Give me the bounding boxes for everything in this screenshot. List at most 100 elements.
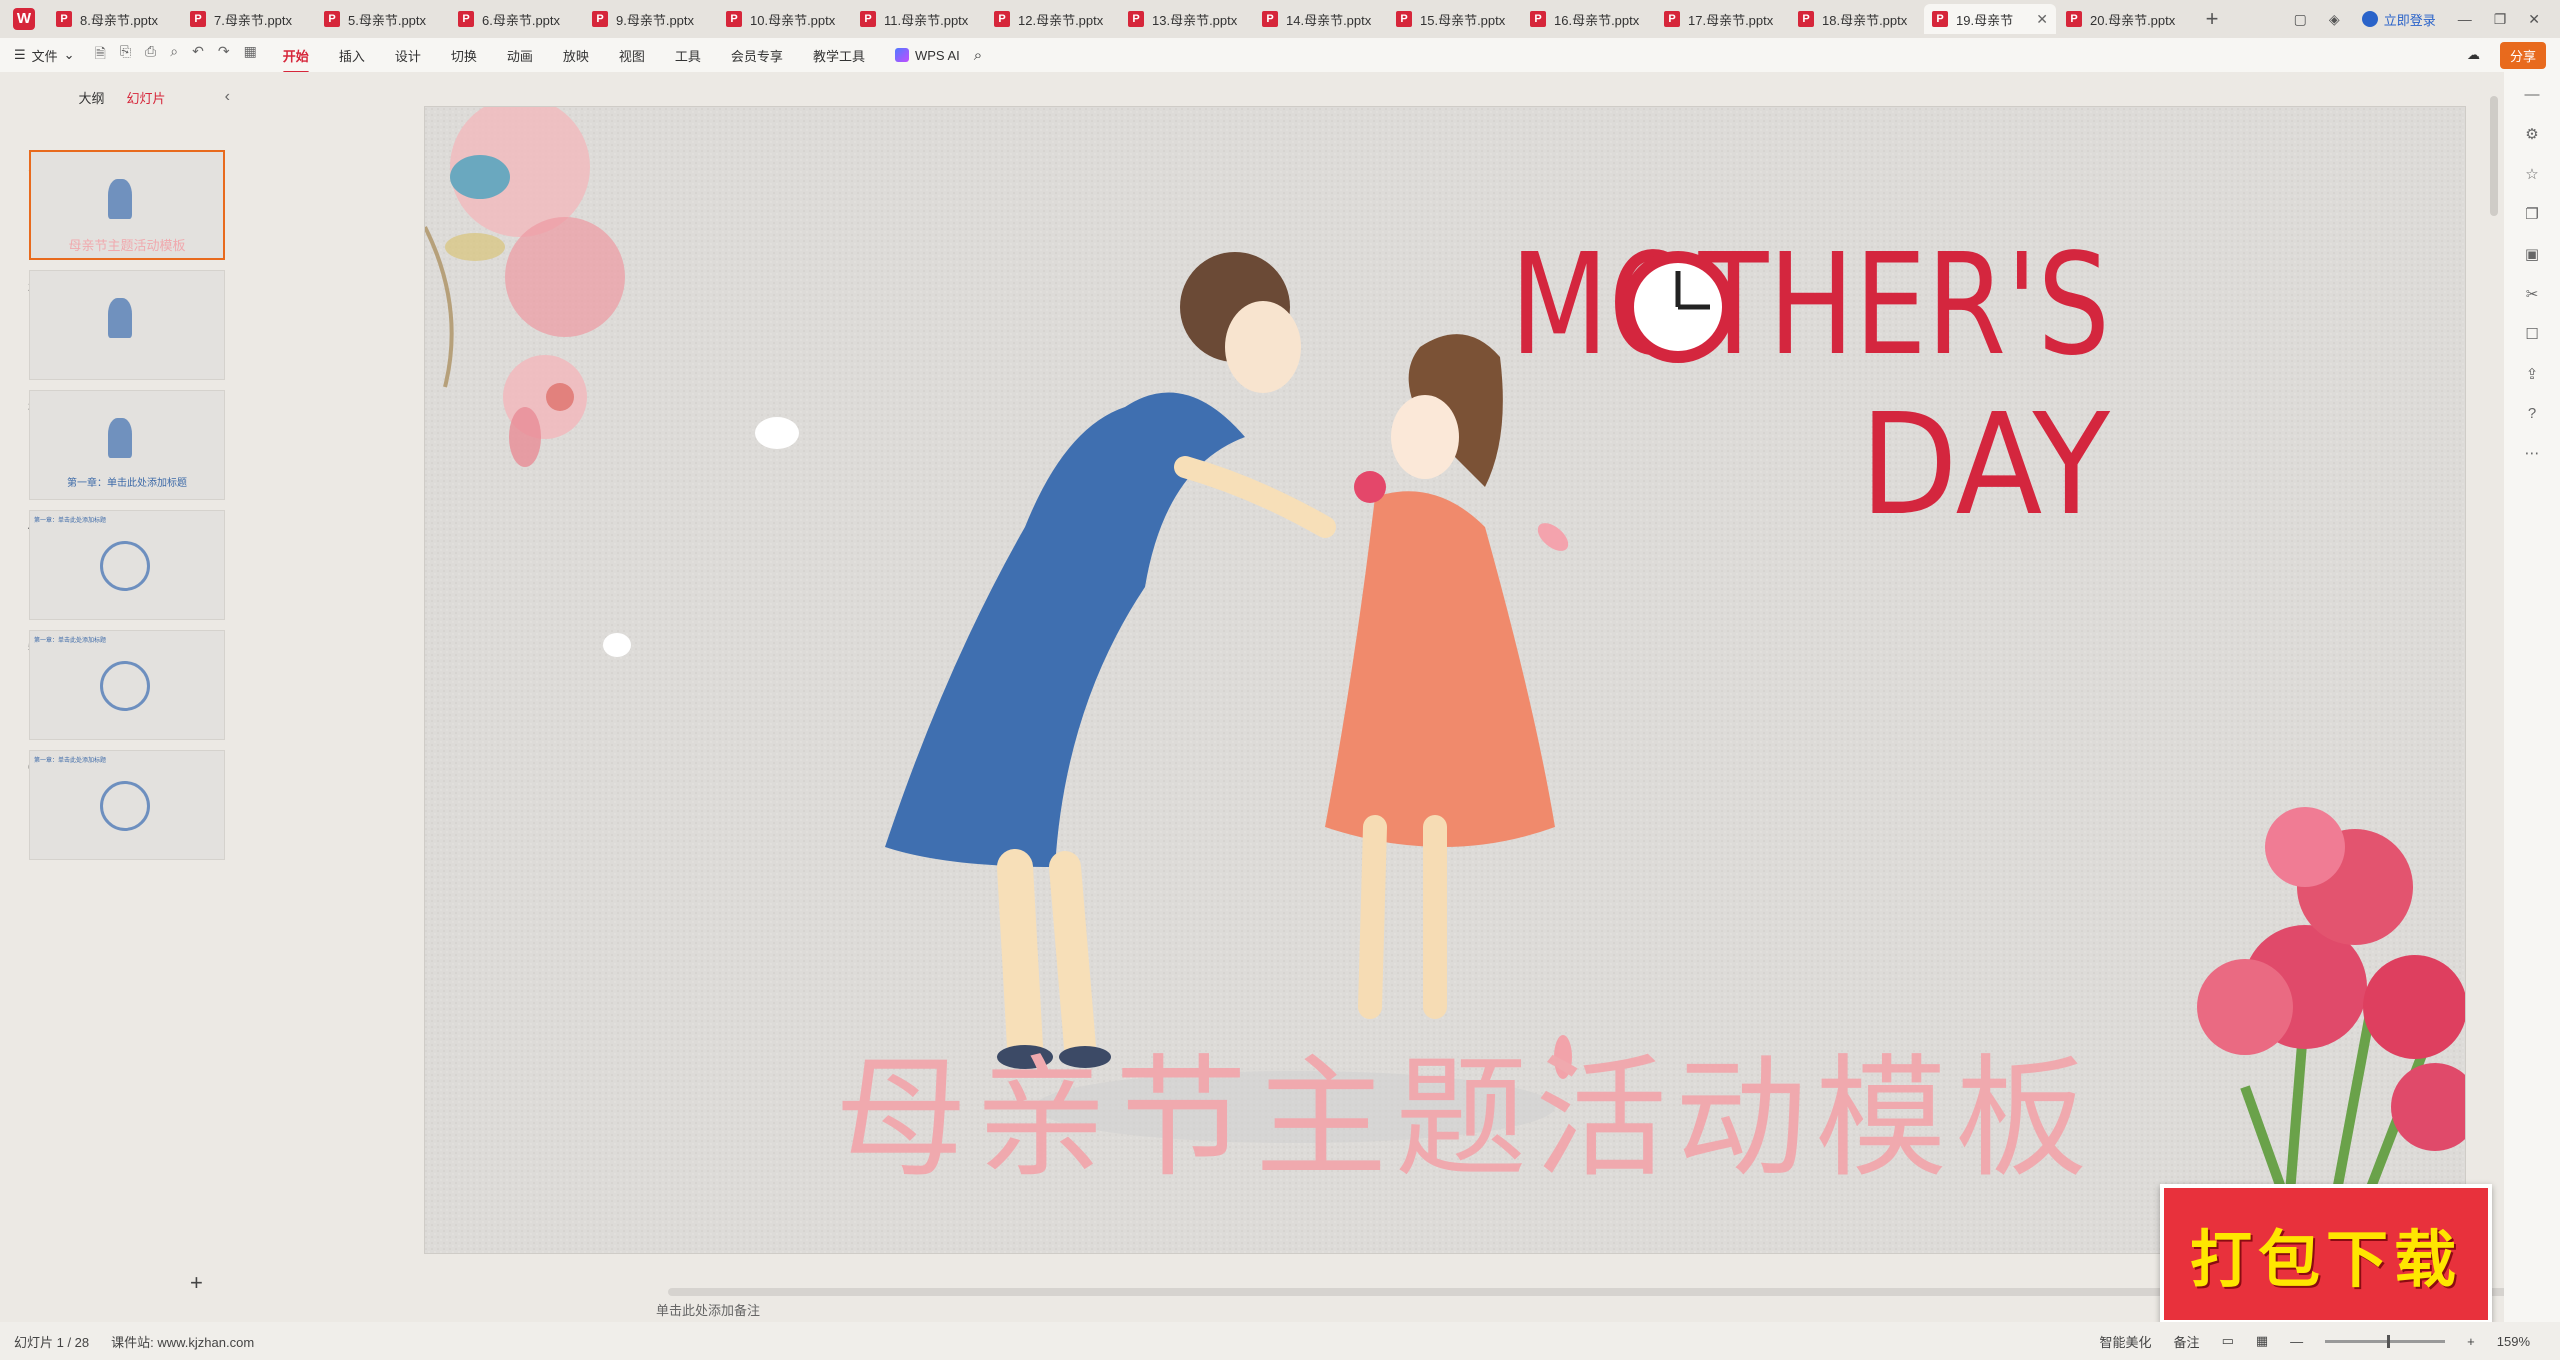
tab-outline[interactable]: 大纲: [78, 88, 104, 107]
tab-label: 18.母亲节.pptx: [1822, 12, 1908, 28]
slide-thumbnail[interactable]: 第一章：单击此处添加标题: [29, 510, 225, 620]
thumbnail-preview: [107, 178, 132, 219]
copy-icon[interactable]: ❐: [2525, 205, 2538, 223]
avatar-icon: [2361, 11, 2378, 27]
document-tab[interactable]: P 9.母亲节.pptx: [584, 4, 716, 34]
menu-tab-1[interactable]: 插入: [339, 46, 365, 65]
document-tab[interactable]: P 18.母亲节.pptx: [1790, 4, 1922, 34]
menu-tab-0[interactable]: 开始: [282, 46, 309, 74]
document-tab[interactable]: P 6.母亲节.pptx: [450, 4, 582, 34]
status-bar: 幻灯片 1 / 28 课件站: www.kjzhan.com 智能美化 备注 ▭…: [0, 1322, 2560, 1360]
login-button[interactable]: 立即登录: [2361, 10, 2436, 29]
menu-tab-3[interactable]: 切换: [451, 46, 477, 65]
document-tab[interactable]: P 7.母亲节.pptx: [182, 4, 314, 34]
menu-tab-7[interactable]: 工具: [675, 46, 701, 65]
document-tab[interactable]: P 8.母亲节.pptx: [48, 4, 180, 34]
file-menu[interactable]: ☰ 文件 ⌄: [14, 46, 75, 65]
menu-tab-5[interactable]: 放映: [563, 46, 589, 65]
document-tab[interactable]: P 11.母亲节.pptx: [852, 4, 984, 34]
slide-thumbnail[interactable]: 母亲节主题活动模板: [29, 150, 225, 260]
document-tab[interactable]: P 10.母亲节.pptx: [718, 4, 850, 34]
tab-slides[interactable]: 幻灯片: [127, 88, 166, 107]
add-slide-button[interactable]: +: [190, 1270, 203, 1296]
cube-icon[interactable]: ◈: [2329, 11, 2340, 28]
pptx-file-icon: P: [726, 11, 742, 27]
new-tab-button[interactable]: +: [2192, 6, 2232, 32]
thumbnail-preview: [100, 781, 150, 831]
slide-thumbnail[interactable]: [29, 270, 225, 380]
book-icon[interactable]: ☐: [2525, 325, 2538, 343]
format-painter-icon[interactable]: ▦: [244, 43, 257, 67]
pptx-file-icon: P: [324, 11, 340, 27]
zoom-level[interactable]: 159%: [2497, 1334, 2530, 1349]
collapse-panel-icon[interactable]: ‹: [225, 88, 230, 106]
share-icon[interactable]: ⇪: [2526, 365, 2539, 383]
settings-sliders-icon[interactable]: ⚙: [2525, 125, 2538, 143]
right-tool-rail: — ⚙ ☆ ❐ ▣ ✂ ☐ ⇪ ? ⋯: [2504, 72, 2560, 1322]
ai-spark-icon: [894, 48, 909, 62]
view-sorter-icon[interactable]: ▦: [2256, 1333, 2268, 1349]
tab-label: 6.母亲节.pptx: [482, 12, 561, 28]
print-preview-icon[interactable]: ⌕: [170, 43, 178, 67]
editor-canvas: MOTHER'S DAY 母亲节主题活动模板 单击此处添加备注: [244, 72, 2560, 1322]
pptx-file-icon: P: [190, 11, 206, 27]
close-tab-icon[interactable]: ✕: [2036, 11, 2048, 28]
chevron-down-icon: ⌄: [63, 47, 75, 62]
menu-tab-8[interactable]: 会员专享: [731, 46, 783, 65]
minimize-button[interactable]: —: [2458, 11, 2472, 27]
close-window-button[interactable]: ✕: [2528, 11, 2540, 28]
slide-thumbnail[interactable]: 第一章：单击此处添加标题: [29, 630, 225, 740]
save-icon[interactable]: 🗎: [95, 43, 106, 67]
smart-beautify-button[interactable]: 智能美化: [2100, 1332, 2152, 1351]
document-tab[interactable]: P 20.母亲节.pptx: [2058, 4, 2190, 34]
search-icon[interactable]: ⌕: [974, 47, 982, 64]
help-icon[interactable]: ?: [2528, 405, 2536, 422]
thumbnail-caption: 母亲节主题活动模板: [68, 239, 186, 254]
document-tab[interactable]: P 12.母亲节.pptx: [986, 4, 1118, 34]
wps-logo-icon[interactable]: W: [0, 0, 48, 38]
window-layout-icon[interactable]: ▢: [2294, 11, 2307, 28]
menu-tab-2[interactable]: 设计: [395, 46, 421, 65]
tools-icon[interactable]: ✂: [2526, 285, 2539, 303]
export-icon[interactable]: ⎘: [120, 43, 131, 67]
notes-placeholder[interactable]: 单击此处添加备注: [656, 1300, 760, 1319]
current-slide[interactable]: MOTHER'S DAY 母亲节主题活动模板: [424, 106, 2466, 1254]
vertical-scrollbar[interactable]: [2490, 96, 2498, 216]
heading-line-2: DAY: [1860, 384, 2110, 533]
zoom-in-button[interactable]: +: [2467, 1334, 2475, 1349]
image-icon[interactable]: ▣: [2525, 245, 2539, 263]
share-button[interactable]: 分享: [2499, 41, 2546, 69]
slide-title[interactable]: 母亲节主题活动模板: [425, 1012, 2465, 1203]
menu-tab-9[interactable]: 教学工具: [813, 46, 865, 65]
slide-sidebar: 大纲 幻灯片 ‹ 1母亲节主题活动模板23第一章：单击此处添加标题4第一章：单击…: [0, 72, 244, 1322]
pptx-file-icon: P: [1262, 11, 1278, 27]
notes-toggle-button[interactable]: 备注: [2174, 1332, 2200, 1351]
download-promo-banner[interactable]: 打包下载: [2160, 1184, 2492, 1324]
menu-tab-6[interactable]: 视图: [619, 46, 645, 65]
document-tab[interactable]: P 13.母亲节.pptx: [1120, 4, 1252, 34]
zoom-out-button[interactable]: —: [2290, 1334, 2303, 1349]
minus-icon[interactable]: —: [2525, 86, 2540, 103]
slide-thumbnail[interactable]: 第一章：单击此处添加标题: [29, 390, 225, 500]
pptx-file-icon: P: [592, 11, 608, 27]
thumbnail-caption: 第一章：单击此处添加标题: [34, 758, 107, 764]
zoom-slider[interactable]: [2325, 1334, 2446, 1348]
document-tab[interactable]: P 19.母亲节 ✕: [1924, 4, 2056, 34]
document-tab[interactable]: P 15.母亲节.pptx: [1388, 4, 1520, 34]
cloud-sync-icon[interactable]: ☁: [2467, 47, 2480, 63]
more-icon[interactable]: ⋯: [2525, 444, 2540, 462]
document-tab[interactable]: P 14.母亲节.pptx: [1254, 4, 1386, 34]
slide-thumbnail[interactable]: 第一章：单击此处添加标题: [29, 750, 225, 860]
view-normal-icon[interactable]: ▭: [2222, 1333, 2234, 1349]
star-icon[interactable]: ☆: [2525, 165, 2538, 183]
tab-label: 5.母亲节.pptx: [348, 12, 427, 28]
document-tab[interactable]: P 17.母亲节.pptx: [1656, 4, 1788, 34]
redo-icon[interactable]: ↷: [218, 43, 230, 67]
wps-ai-button[interactable]: WPS AI: [894, 48, 960, 63]
document-tab[interactable]: P 16.母亲节.pptx: [1522, 4, 1654, 34]
menu-tab-4[interactable]: 动画: [507, 46, 533, 65]
document-tab[interactable]: P 5.母亲节.pptx: [316, 4, 448, 34]
print-icon[interactable]: ⎙: [145, 43, 156, 67]
restore-button[interactable]: ❐: [2494, 11, 2507, 28]
undo-icon[interactable]: ↶: [192, 43, 204, 67]
